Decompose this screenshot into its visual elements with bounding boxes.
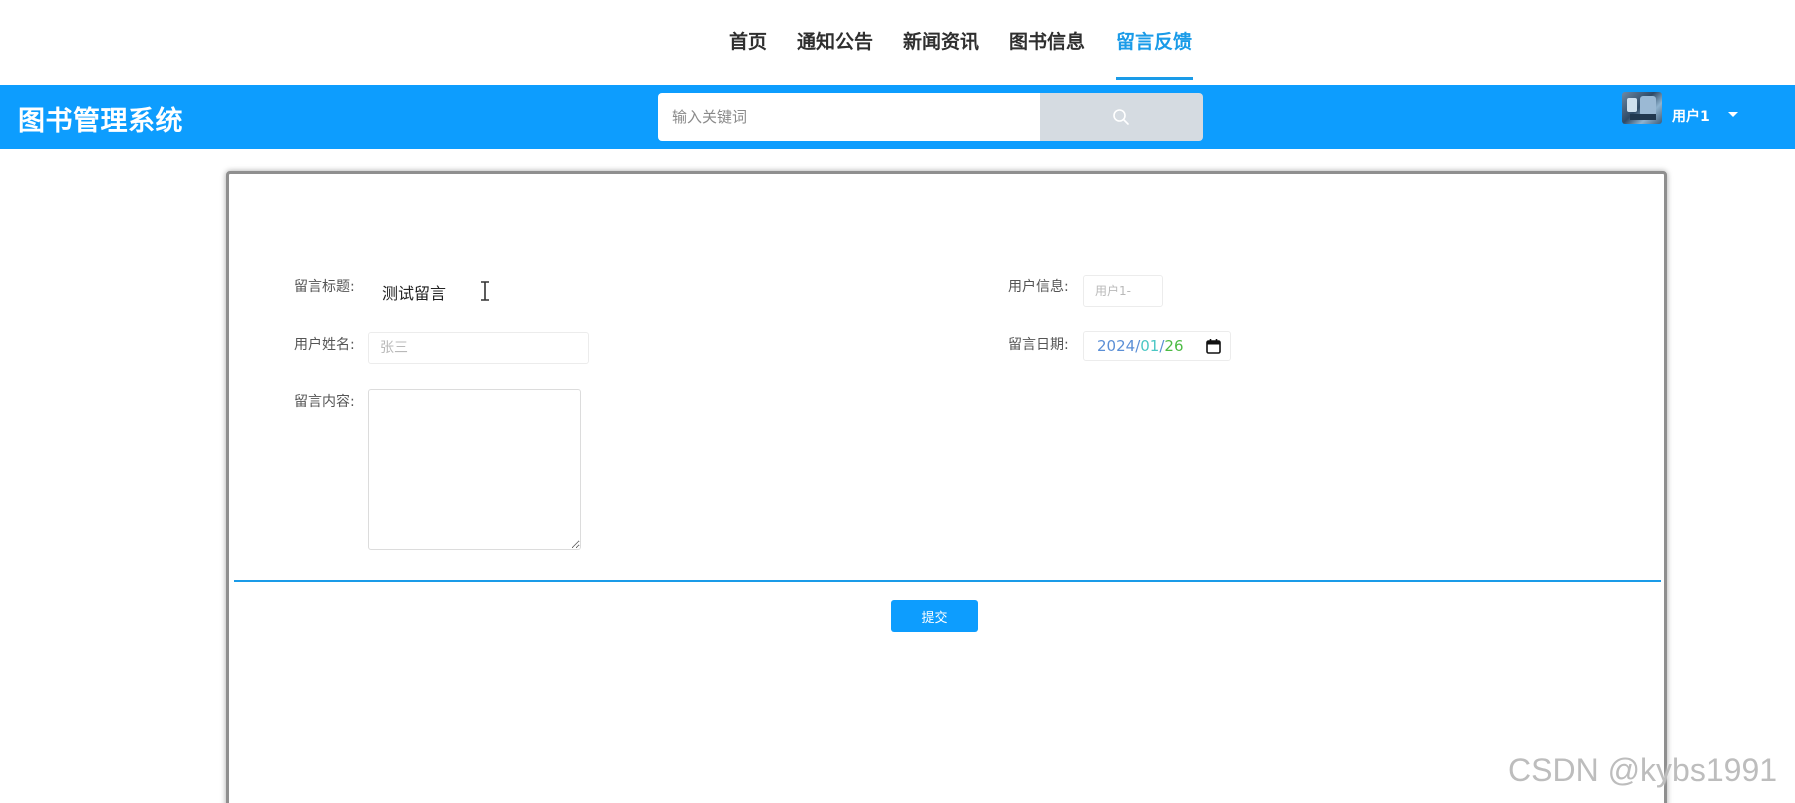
watermark-text: CSDN @kybs1991	[1508, 752, 1778, 788]
search-button[interactable]	[1040, 93, 1203, 141]
user-info-label: 用户信息:	[1008, 279, 1069, 295]
date-field[interactable]: 2024/01/26	[1083, 331, 1231, 361]
content-textarea[interactable]	[368, 389, 581, 550]
feedback-form-card: 留言标题: 测试留言 用户信息: 用户姓名: 留言日期: 2024/01/26 …	[226, 171, 1667, 803]
nav-item-books[interactable]: 图书信息	[1009, 27, 1085, 54]
search-input[interactable]	[658, 93, 1040, 141]
submit-button[interactable]: 提交	[891, 600, 978, 632]
nav-item-home[interactable]: 首页	[729, 27, 767, 54]
avatar[interactable]	[1622, 92, 1662, 124]
nav-item-feedback[interactable]: 留言反馈	[1116, 27, 1192, 54]
nav-active-underline	[1116, 77, 1193, 80]
form-divider	[234, 580, 1661, 582]
user-name-field[interactable]	[368, 332, 589, 364]
title-label: 留言标题:	[294, 279, 355, 295]
top-nav: 首页 通知公告 新闻资讯 图书信息 留言反馈	[0, 0, 1795, 85]
text-cursor-icon	[481, 281, 489, 301]
calendar-icon[interactable]	[1205, 338, 1222, 355]
user-menu-name[interactable]: 用户1	[1672, 106, 1710, 126]
date-label: 留言日期:	[1008, 337, 1069, 353]
nav-item-notices[interactable]: 通知公告	[797, 27, 873, 54]
chevron-down-icon[interactable]	[1728, 112, 1738, 117]
content-label: 留言内容:	[294, 394, 355, 410]
header-bar: 图书管理系统 用户1	[0, 85, 1795, 149]
date-value: 2024/01/26	[1097, 337, 1184, 355]
nav-item-news[interactable]: 新闻资讯	[903, 27, 979, 54]
user-name-label: 用户姓名:	[294, 337, 355, 353]
user-info-field[interactable]	[1083, 275, 1163, 307]
title-input[interactable]: 测试留言	[382, 280, 446, 304]
search-icon	[1113, 109, 1129, 125]
site-title: 图书管理系统	[18, 106, 183, 137]
